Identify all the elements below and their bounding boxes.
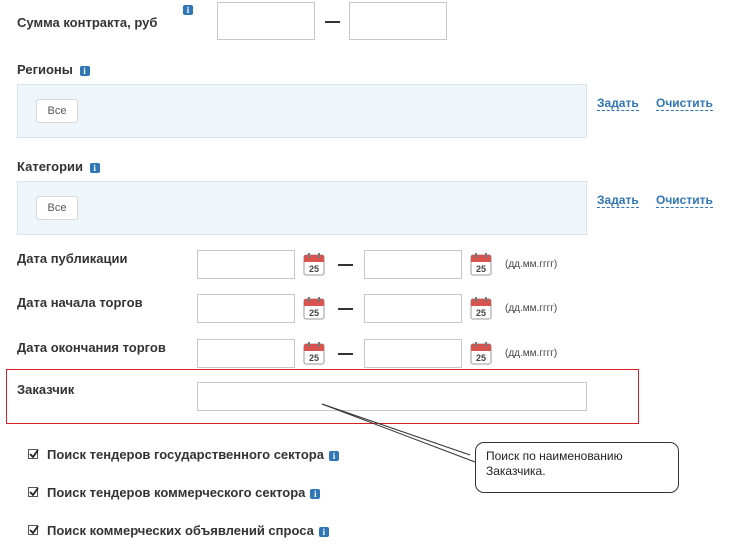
checkmark-icon [29, 487, 39, 497]
info-icon[interactable]: i [328, 450, 339, 461]
sector-checkbox[interactable] [28, 487, 39, 497]
checkmark-icon [29, 525, 39, 535]
checkmark-icon [29, 449, 39, 459]
info-icon[interactable]: i [310, 488, 321, 499]
sector-checkbox[interactable] [28, 525, 39, 535]
customer-tooltip-callout: Поиск по наименованию Заказчика. [475, 442, 679, 493]
info-icon[interactable]: i [318, 526, 329, 537]
sector-checkbox-label[interactable]: Поиск тендеров коммерческого сектора i [47, 485, 321, 500]
sector-checkbox-label[interactable]: Поиск тендеров государственного сектора i [47, 447, 339, 462]
sector-checkbox[interactable] [28, 449, 39, 459]
sector-checkbox-label[interactable]: Поиск коммерческих объявлений спроса i [47, 523, 329, 538]
search-form: Сумма контракта, руб i Регионы i Все Зад… [0, 0, 733, 549]
